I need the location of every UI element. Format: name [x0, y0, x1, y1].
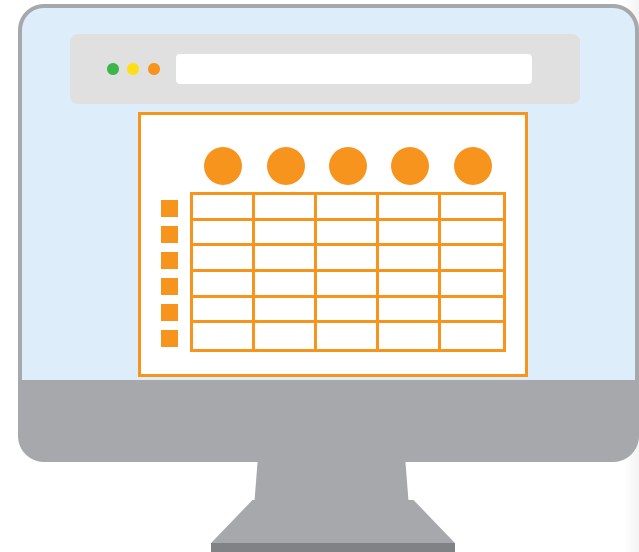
table-cell[interactable]: [317, 195, 379, 221]
window-dot-orange-icon[interactable]: [148, 63, 160, 75]
table-cell[interactable]: [379, 323, 441, 349]
table-cell[interactable]: [379, 297, 441, 324]
row-marker-icon: [161, 200, 178, 217]
header-circle-icon: [267, 147, 305, 185]
spreadsheet-table: [190, 192, 506, 352]
table-cell[interactable]: [317, 297, 379, 324]
table-cell[interactable]: [441, 195, 503, 221]
table-cell[interactable]: [255, 220, 317, 247]
header-circle-icon: [329, 147, 367, 185]
table-cell[interactable]: [255, 323, 317, 349]
table-cell[interactable]: [379, 195, 441, 221]
table-cell[interactable]: [193, 195, 255, 221]
header-circle-icon: [454, 147, 492, 185]
window-dot-green-icon[interactable]: [107, 63, 119, 75]
table-cell[interactable]: [441, 323, 503, 349]
table-cell[interactable]: [441, 298, 503, 324]
table-cell[interactable]: [255, 271, 317, 298]
row-marker-icon: [161, 304, 178, 321]
table-cell[interactable]: [193, 297, 255, 324]
window-dot-yellow-icon[interactable]: [127, 63, 139, 75]
table-cell[interactable]: [193, 246, 255, 272]
table-cell[interactable]: [317, 323, 379, 349]
browser-toolbar: [70, 34, 580, 104]
row-marker-icon: [161, 330, 178, 347]
table-cell[interactable]: [441, 246, 503, 272]
header-circle-icon: [204, 147, 242, 185]
table-cell[interactable]: [193, 271, 255, 298]
table-cell[interactable]: [379, 220, 441, 247]
monitor: [18, 4, 639, 462]
monitor-stand-base-edge: [211, 543, 455, 552]
header-circle-icon: [391, 147, 429, 185]
table-cell[interactable]: [255, 246, 317, 272]
address-bar[interactable]: [176, 54, 532, 84]
table-cell[interactable]: [441, 272, 503, 298]
table-cell[interactable]: [317, 246, 379, 272]
table-cell[interactable]: [193, 323, 255, 349]
table-cell[interactable]: [255, 297, 317, 324]
monitor-screen: [22, 8, 635, 380]
table-cell[interactable]: [317, 220, 379, 247]
row-marker-icon: [161, 252, 178, 269]
table-cell[interactable]: [193, 220, 255, 247]
table-cell[interactable]: [255, 195, 317, 221]
table-cell[interactable]: [441, 221, 503, 247]
table-cell[interactable]: [379, 271, 441, 298]
table-cell[interactable]: [379, 246, 441, 272]
table-cell[interactable]: [317, 271, 379, 298]
row-marker-icon: [161, 226, 178, 243]
row-marker-icon: [161, 278, 178, 295]
spreadsheet-panel: [138, 112, 528, 377]
